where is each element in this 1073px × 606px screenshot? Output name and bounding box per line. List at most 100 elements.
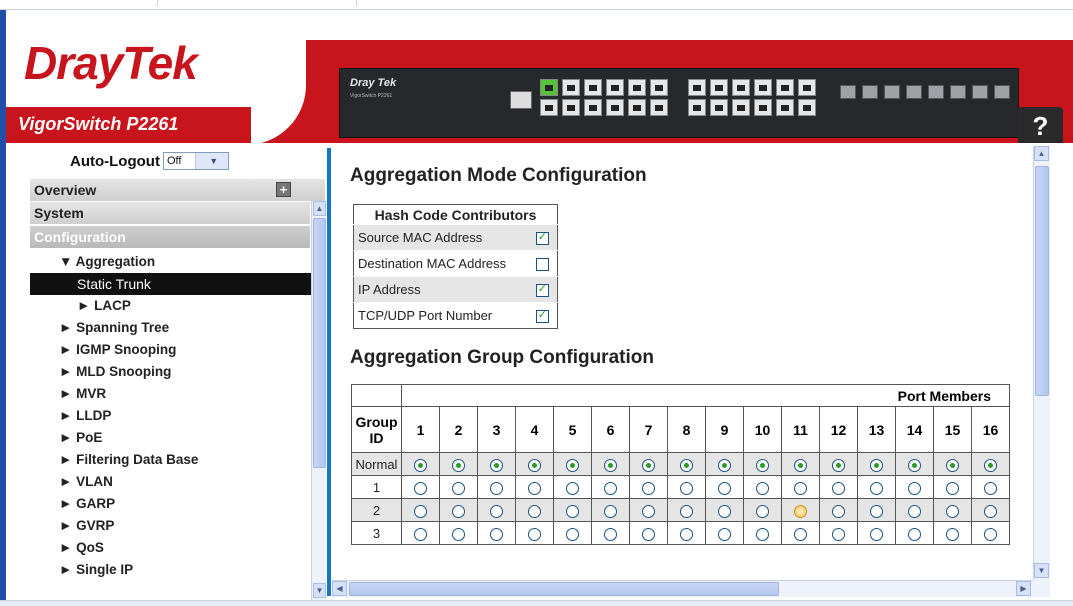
port-member-radio[interactable] bbox=[984, 458, 997, 472]
port-member-radio[interactable] bbox=[908, 527, 921, 541]
port-member-radio[interactable] bbox=[566, 504, 579, 518]
port-member-radio[interactable] bbox=[414, 458, 427, 472]
port-member-radio[interactable] bbox=[528, 504, 541, 518]
port-member-radio[interactable] bbox=[452, 458, 465, 472]
sidebar-scroll-thumb[interactable] bbox=[313, 218, 326, 468]
port-member-radio[interactable] bbox=[490, 527, 503, 541]
port-member-radio[interactable] bbox=[756, 504, 769, 518]
menu-item-static-trunk[interactable]: Static Trunk bbox=[30, 273, 312, 295]
port-member-radio[interactable] bbox=[984, 504, 997, 518]
port-member-radio[interactable] bbox=[528, 527, 541, 541]
port-member-radio[interactable] bbox=[528, 458, 541, 472]
menu-item-single-ip[interactable]: ► Single IP bbox=[30, 559, 312, 581]
scroll-down-icon[interactable]: ▼ bbox=[1034, 563, 1049, 578]
port-member-radio[interactable] bbox=[832, 481, 845, 495]
port-member-radio[interactable] bbox=[452, 527, 465, 541]
port-member-radio[interactable] bbox=[680, 527, 693, 541]
destination-mac-checkbox[interactable] bbox=[535, 258, 549, 272]
port-member-radio[interactable] bbox=[604, 481, 617, 495]
port-member-radio[interactable] bbox=[642, 458, 655, 472]
port-member-radio[interactable] bbox=[414, 527, 427, 541]
tcp-udp-port-checkbox[interactable] bbox=[535, 308, 549, 324]
port-member-radio[interactable] bbox=[832, 504, 845, 518]
menu-item-mld-snooping[interactable]: ► MLD Snooping bbox=[30, 361, 312, 383]
menu-item-qos[interactable]: ► QoS bbox=[30, 537, 312, 559]
port-member-radio[interactable] bbox=[452, 504, 465, 518]
port-member-radio[interactable] bbox=[680, 481, 693, 495]
chevron-down-icon[interactable]: ▼ bbox=[195, 153, 228, 169]
scroll-down-icon[interactable]: ▼ bbox=[313, 583, 326, 598]
expand-plus-icon[interactable]: + bbox=[276, 182, 291, 197]
port-member-radio[interactable] bbox=[604, 504, 617, 518]
menu-item-garp[interactable]: ► GARP bbox=[30, 493, 312, 515]
port-member-radio[interactable] bbox=[794, 481, 807, 495]
port-member-radio[interactable] bbox=[794, 504, 807, 518]
port-member-radio[interactable] bbox=[946, 527, 959, 541]
horizontal-scroll-thumb[interactable] bbox=[349, 582, 779, 596]
port-member-radio[interactable] bbox=[870, 527, 883, 541]
sidebar-scrollbar[interactable]: ▲ ▼ bbox=[311, 201, 326, 600]
port-member-radio[interactable] bbox=[832, 527, 845, 541]
main-scroll-thumb[interactable] bbox=[1035, 166, 1049, 396]
port-member-radio[interactable] bbox=[490, 504, 503, 518]
port-member-radio[interactable] bbox=[794, 458, 807, 472]
port-member-radio[interactable] bbox=[642, 481, 655, 495]
port-member-radio[interactable] bbox=[680, 504, 693, 518]
menu-item-igmp-snooping[interactable]: ► IGMP Snooping bbox=[30, 339, 312, 361]
port-member-radio[interactable] bbox=[870, 504, 883, 518]
port-member-radio[interactable] bbox=[756, 481, 769, 495]
main-horizontal-scrollbar[interactable]: ◀ ▶ bbox=[332, 580, 1033, 597]
menu-item-gvrp[interactable]: ► GVRP bbox=[30, 515, 312, 537]
port-member-radio[interactable] bbox=[566, 458, 579, 472]
scroll-left-icon[interactable]: ◀ bbox=[332, 581, 347, 596]
port-member-radio[interactable] bbox=[528, 481, 541, 495]
menu-item-filtering-data-base[interactable]: ► Filtering Data Base bbox=[30, 449, 312, 471]
port-member-radio[interactable] bbox=[490, 458, 503, 472]
port-member-radio[interactable] bbox=[870, 481, 883, 495]
port-member-radio[interactable] bbox=[718, 481, 731, 495]
source-mac-checkbox[interactable] bbox=[535, 230, 549, 246]
port-member-radio[interactable] bbox=[832, 458, 845, 472]
menu-item-lacp[interactable]: ► LACP bbox=[30, 295, 312, 317]
port-member-radio[interactable] bbox=[908, 481, 921, 495]
port-member-radio[interactable] bbox=[604, 458, 617, 472]
menu-item-mvr[interactable]: ► MVR bbox=[30, 383, 312, 405]
port-member-radio[interactable] bbox=[566, 527, 579, 541]
port-member-radio[interactable] bbox=[718, 504, 731, 518]
menu-item-poe[interactable]: ► PoE bbox=[30, 427, 312, 449]
menu-item-spanning-tree[interactable]: ► Spanning Tree bbox=[30, 317, 312, 339]
port-member-radio[interactable] bbox=[870, 458, 883, 472]
port-member-radio[interactable] bbox=[756, 527, 769, 541]
port-member-radio[interactable] bbox=[718, 458, 731, 472]
port-member-radio[interactable] bbox=[756, 458, 769, 472]
menu-overview[interactable]: Overview + bbox=[30, 179, 325, 201]
ip-address-checkbox[interactable] bbox=[535, 282, 549, 298]
scroll-right-icon[interactable]: ▶ bbox=[1016, 581, 1031, 596]
port-member-radio[interactable] bbox=[414, 504, 427, 518]
auto-logout-select[interactable]: Off ▼ bbox=[162, 152, 229, 170]
menu-item-vlan[interactable]: ► VLAN bbox=[30, 471, 312, 493]
menu-item-aggregation[interactable]: ▼ Aggregation bbox=[30, 251, 312, 273]
port-member-radio[interactable] bbox=[490, 481, 503, 495]
scroll-up-icon[interactable]: ▲ bbox=[1034, 146, 1049, 161]
scroll-up-icon[interactable]: ▲ bbox=[313, 201, 326, 216]
main-vertical-scrollbar[interactable]: ▲ ▼ bbox=[1033, 146, 1050, 580]
port-member-radio[interactable] bbox=[946, 504, 959, 518]
menu-system[interactable]: System bbox=[30, 202, 310, 224]
port-member-radio[interactable] bbox=[642, 504, 655, 518]
port-member-radio[interactable] bbox=[566, 481, 579, 495]
port-member-radio[interactable] bbox=[984, 527, 997, 541]
port-member-radio[interactable] bbox=[908, 458, 921, 472]
port-member-radio[interactable] bbox=[414, 481, 427, 495]
port-member-radio[interactable] bbox=[718, 527, 731, 541]
port-member-radio[interactable] bbox=[946, 481, 959, 495]
port-member-radio[interactable] bbox=[604, 527, 617, 541]
port-member-radio[interactable] bbox=[946, 458, 959, 472]
menu-configuration[interactable]: Configuration bbox=[30, 226, 310, 248]
port-member-radio[interactable] bbox=[642, 527, 655, 541]
port-member-radio[interactable] bbox=[984, 481, 997, 495]
port-member-radio[interactable] bbox=[908, 504, 921, 518]
menu-item-lldp[interactable]: ► LLDP bbox=[30, 405, 312, 427]
port-member-radio[interactable] bbox=[794, 527, 807, 541]
port-member-radio[interactable] bbox=[680, 458, 693, 472]
